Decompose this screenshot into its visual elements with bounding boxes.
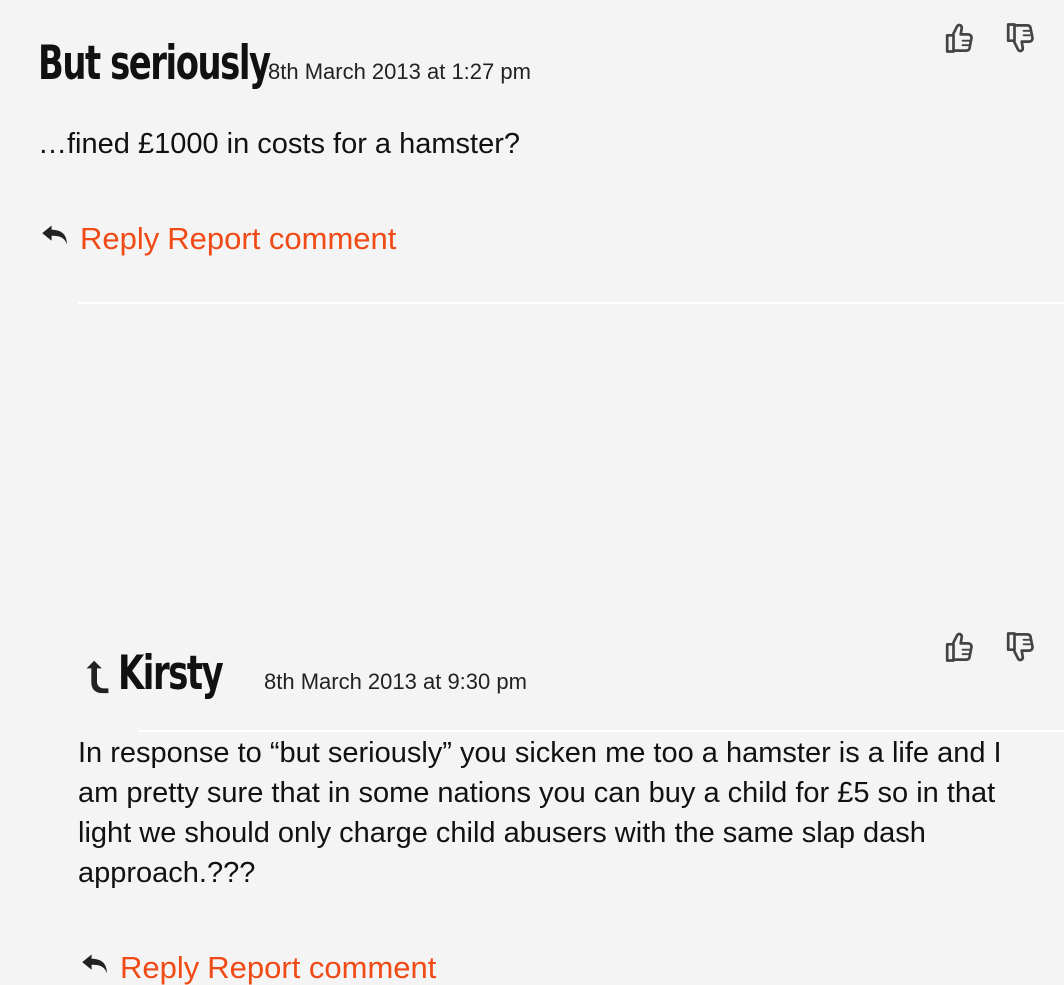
thumbs-up-icon[interactable] — [940, 20, 976, 56]
comment-author: But seriously — [38, 36, 271, 91]
report-comment-link[interactable]: Report comment — [167, 223, 396, 254]
comment-header: Kirsty 8th March 2013 at 9:30 pm — [78, 650, 527, 697]
comment-author: Kirsty — [118, 646, 224, 701]
comment-1: But seriously 8th March 2013 at 1:27 pm … — [0, 0, 1064, 305]
vote-controls — [940, 629, 1037, 665]
report-comment-link[interactable]: Report comment — [207, 952, 436, 983]
comment-timestamp: 8th March 2013 at 1:27 pm — [268, 59, 531, 84]
reply-link[interactable]: Reply — [80, 223, 159, 254]
comment-text: In response to “but seriously” you sicke… — [78, 737, 1002, 889]
comment-divider — [138, 730, 1064, 732]
reply-indicator-icon — [78, 657, 116, 695]
reply-link[interactable]: Reply — [120, 952, 199, 983]
comment-timestamp: 8th March 2013 at 9:30 pm — [264, 669, 527, 694]
reply-icon[interactable] — [38, 217, 72, 251]
thumbs-down-icon[interactable] — [1001, 629, 1037, 665]
comment-2: Kirsty 8th March 2013 at 9:30 pm In resp… — [0, 304, 1064, 983]
comment-actions: Reply Report comment — [78, 950, 436, 984]
comment-actions: Reply Report comment — [38, 221, 396, 255]
comment-header: But seriously 8th March 2013 at 1:27 pm — [38, 40, 531, 87]
thumbs-down-icon[interactable] — [1001, 20, 1037, 56]
reply-icon[interactable] — [78, 946, 112, 980]
comment-text: …fined £1000 in costs for a hamster? — [38, 128, 520, 160]
vote-controls — [940, 20, 1037, 56]
thumbs-up-icon[interactable] — [940, 629, 976, 665]
